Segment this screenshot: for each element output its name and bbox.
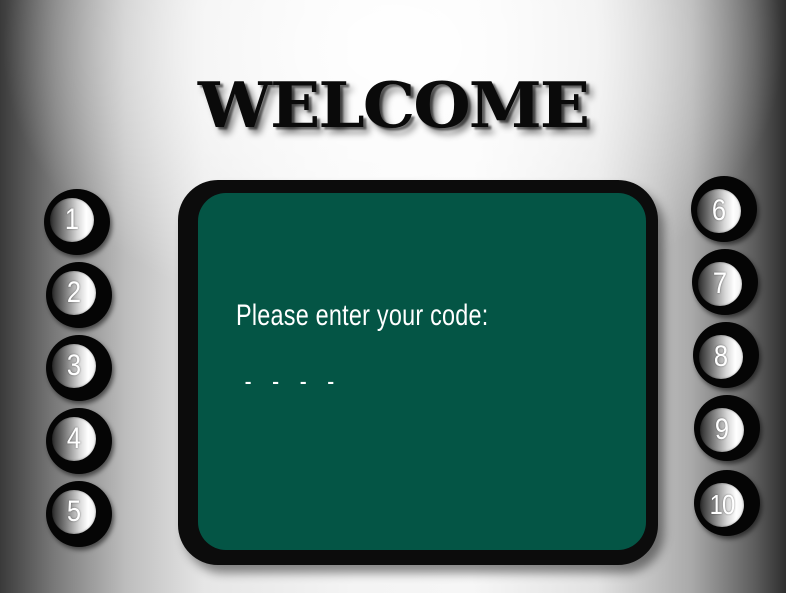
button-label: 6 xyxy=(711,194,727,227)
side-button-8[interactable]: 8 xyxy=(693,322,759,388)
side-button-1[interactable]: 1 xyxy=(44,189,110,255)
side-button-2[interactable]: 2 xyxy=(46,262,112,328)
button-knob: 7 xyxy=(698,262,742,306)
button-knob: 4 xyxy=(52,417,96,461)
button-label: 3 xyxy=(66,349,82,382)
button-knob: 3 xyxy=(52,344,96,388)
button-knob: 9 xyxy=(700,408,744,452)
atm-screen: Please enter your code: - - - - xyxy=(198,193,646,550)
button-label: 5 xyxy=(66,495,82,528)
button-label: 9 xyxy=(714,413,730,446)
side-button-7[interactable]: 7 xyxy=(692,249,758,315)
side-button-5[interactable]: 5 xyxy=(46,481,112,547)
side-button-4[interactable]: 4 xyxy=(46,408,112,474)
side-button-3[interactable]: 3 xyxy=(46,335,112,401)
button-knob: 2 xyxy=(52,271,96,315)
side-button-6[interactable]: 6 xyxy=(691,176,757,242)
button-label: 8 xyxy=(713,340,729,373)
button-label: 7 xyxy=(712,267,728,300)
button-label: 10 xyxy=(709,489,736,520)
button-knob: 8 xyxy=(699,335,743,379)
button-label: 2 xyxy=(66,276,82,309)
button-knob: 1 xyxy=(50,198,94,242)
button-knob: 10 xyxy=(700,483,744,527)
welcome-title: WELCOME xyxy=(197,67,590,143)
button-knob: 6 xyxy=(697,189,741,233)
code-prompt-text: Please enter your code: xyxy=(236,299,489,332)
side-button-10[interactable]: 10 xyxy=(694,470,760,536)
button-label: 1 xyxy=(64,203,80,236)
code-entry-display[interactable]: - - - - xyxy=(242,367,338,397)
side-button-9[interactable]: 9 xyxy=(694,395,760,461)
button-label: 4 xyxy=(66,422,82,455)
button-knob: 5 xyxy=(52,490,96,534)
atm-panel: WELCOME Please enter your code: - - - - … xyxy=(0,0,786,593)
